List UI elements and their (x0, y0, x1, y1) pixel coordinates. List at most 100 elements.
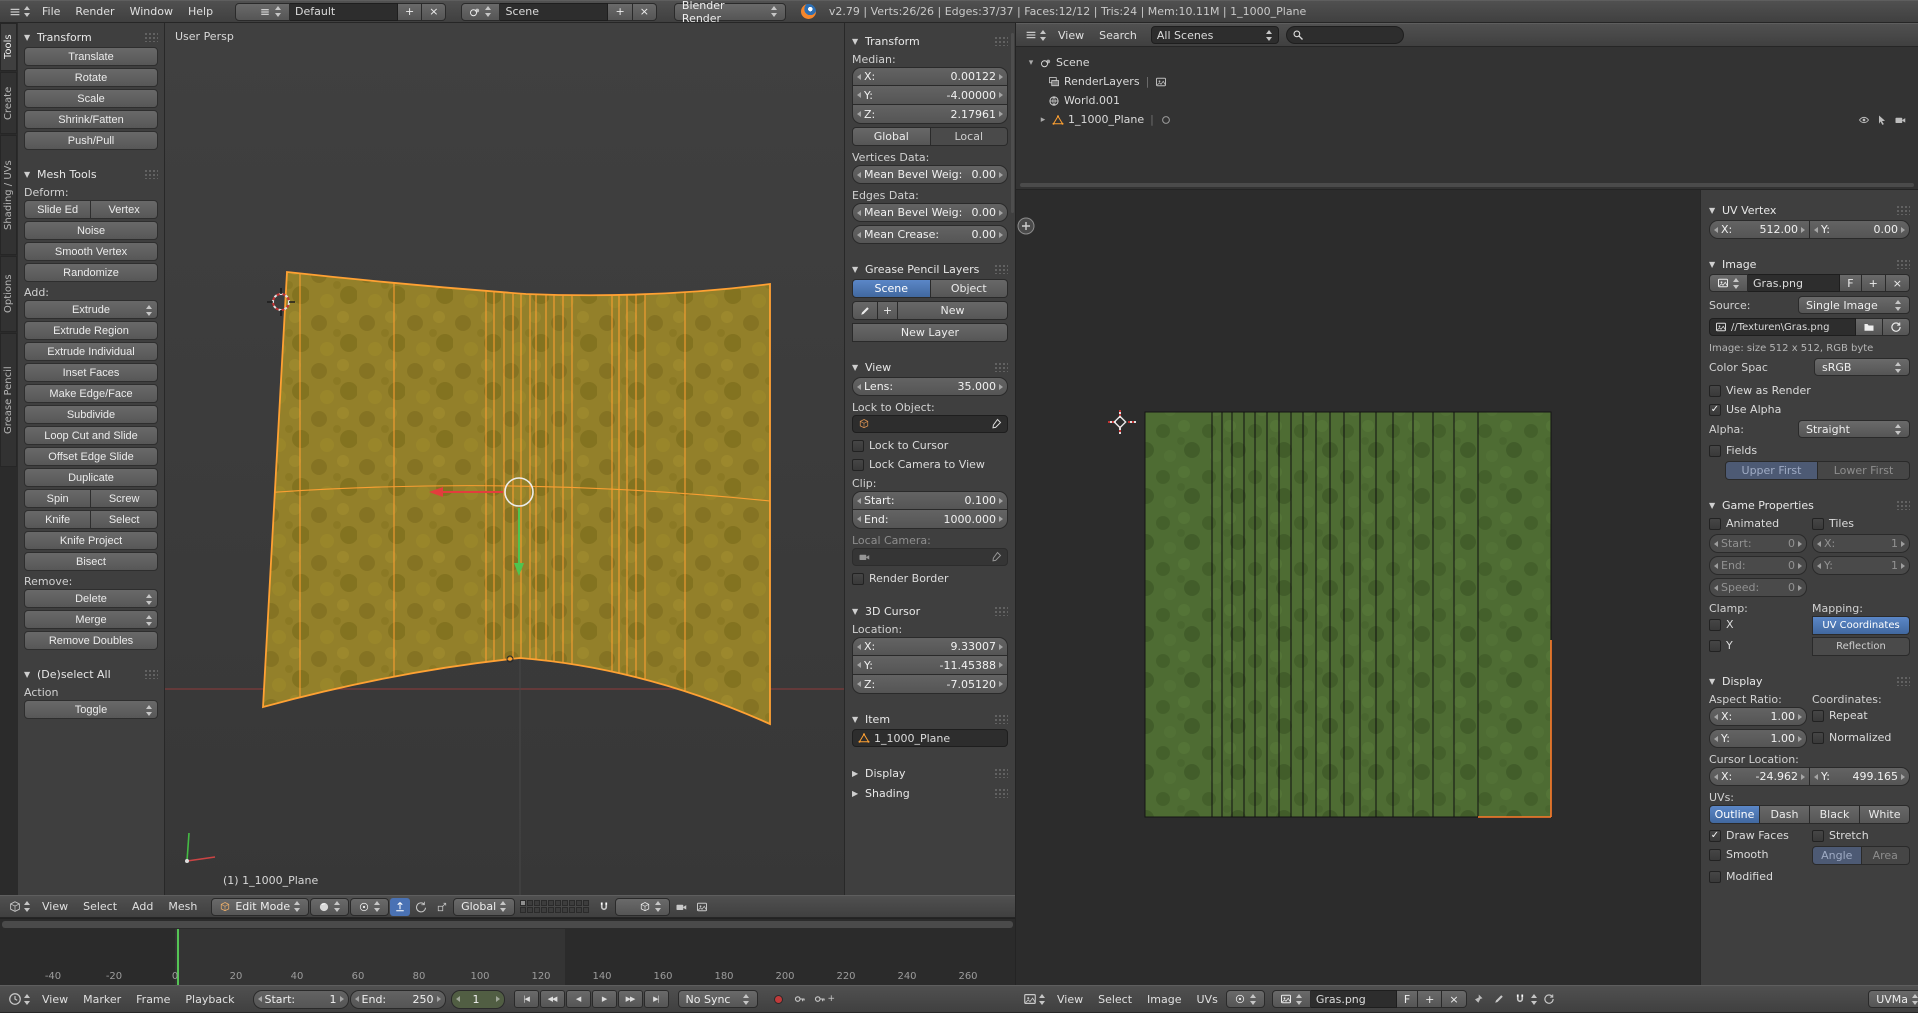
gpencil-new-button[interactable]: New (898, 301, 1008, 320)
extrude-button[interactable]: Extrude (24, 300, 158, 319)
tree-item-scene[interactable]: ▾ Scene (1026, 53, 1908, 72)
renderability-icon[interactable] (1155, 76, 1167, 88)
snap-element-select[interactable] (615, 898, 670, 916)
uv-sync-select-icon[interactable] (1539, 990, 1559, 1008)
menu-select[interactable]: Select (1091, 986, 1139, 1012)
remove-doubles-button[interactable]: Remove Doubles (24, 631, 158, 650)
panel-header-display[interactable]: ▼Display (1709, 671, 1910, 691)
panel-header-view[interactable]: ▼View (852, 357, 1008, 377)
scrollbar[interactable] (1020, 183, 1914, 187)
anim-start-slider[interactable]: Start:0 (1709, 534, 1807, 553)
tab-grease-pencil[interactable]: Grease Pencil (0, 333, 17, 467)
tab-create[interactable]: Create (0, 72, 17, 134)
anim-end-slider[interactable]: End:0 (1709, 556, 1807, 575)
draw-faces-checkbox[interactable]: ✓ (1709, 830, 1721, 842)
upper-first-toggle[interactable]: Upper First (1725, 461, 1818, 480)
item-name-field[interactable]: 1_1000_Plane (852, 729, 1008, 747)
median-z-slider[interactable]: Z:2.17961 (852, 105, 1008, 124)
local-camera-field[interactable] (852, 548, 1008, 566)
tiles-x-slider[interactable]: X:1 (1812, 534, 1910, 553)
duplicate-button[interactable]: Duplicate (24, 468, 158, 487)
panel-drag-dots-icon[interactable] (1896, 500, 1910, 510)
menu-file[interactable]: File (35, 1, 67, 22)
uv-2d-cursor[interactable] (1108, 410, 1136, 434)
prev-keyframe-button[interactable]: ◀◀ (540, 990, 565, 1008)
tab-tools[interactable]: Tools (0, 23, 17, 71)
smooth-checkbox[interactable] (1709, 849, 1721, 861)
repeat-checkbox[interactable] (1812, 710, 1824, 722)
editor-type-outliner-icon[interactable] (1021, 26, 1050, 44)
randomize-button[interactable]: Randomize (24, 263, 158, 282)
menu-help[interactable]: Help (181, 1, 220, 22)
extrude-individual-button[interactable]: Extrude Individual (24, 342, 158, 361)
cursor-y-slider[interactable]: Y:499.165 (1810, 767, 1910, 786)
panel-drag-dots-icon[interactable] (994, 36, 1008, 46)
panel-header-item[interactable]: ▼Item (852, 709, 1008, 729)
opengl-render-still-icon[interactable] (671, 898, 691, 916)
jump-to-end-button[interactable]: ▶| (644, 990, 669, 1008)
keying-set-icon[interactable] (790, 990, 810, 1008)
panel-header-display[interactable]: ▶Display (852, 763, 1008, 783)
rotate-button[interactable]: Rotate (24, 68, 158, 87)
push-pull-button[interactable]: Push/Pull (24, 131, 158, 150)
panel-drag-dots-icon[interactable] (994, 362, 1008, 372)
gpencil-scene-toggle[interactable]: Scene (852, 279, 931, 298)
render-engine-select[interactable]: Blender Render (674, 3, 786, 21)
translate-button[interactable]: Translate (24, 47, 158, 66)
clip-end-slider[interactable]: End:1000.000 (852, 510, 1008, 529)
search-input[interactable] (1308, 29, 1388, 42)
shrink-fatten-button[interactable]: Shrink/Fatten (24, 110, 158, 129)
image-unlink-button[interactable]: × (1886, 274, 1910, 292)
menu-add[interactable]: Add (125, 896, 160, 917)
menu-view[interactable]: View (35, 896, 75, 917)
layer-cell[interactable] (527, 900, 533, 906)
layer-cell[interactable] (583, 900, 589, 906)
stretch-angle-toggle[interactable]: Angle (1812, 846, 1862, 865)
insert-keyframe-icon[interactable]: + (811, 990, 839, 1008)
alpha-mode-select[interactable]: Straight (1798, 420, 1910, 438)
layer-cell[interactable] (562, 907, 568, 913)
panel-header-uv-vertex[interactable]: ▼UV Vertex (1709, 200, 1910, 220)
tiles-y-slider[interactable]: Y:1 (1812, 556, 1910, 575)
make-edge-face-button[interactable]: Make Edge/Face (24, 384, 158, 403)
spin-button[interactable]: Spin (24, 489, 91, 508)
play-button[interactable]: ▶ (592, 990, 617, 1008)
gpencil-add-icon[interactable]: + (878, 301, 898, 320)
edge-slide-button[interactable]: Slide Ed (24, 200, 91, 219)
cursor-z-slider[interactable]: Z:-7.05120 (852, 675, 1008, 694)
fake-user-button[interactable]: F (1397, 990, 1418, 1008)
render-border-checkbox[interactable] (852, 573, 864, 585)
toggle-button[interactable]: Toggle (24, 700, 158, 719)
sync-mode-select[interactable]: No Sync (678, 990, 758, 1008)
pin-icon[interactable] (1468, 990, 1488, 1008)
panel-drag-dots-icon[interactable] (994, 264, 1008, 274)
viewport-shading-select[interactable] (310, 898, 349, 916)
uv-draw-black-toggle[interactable]: Black (1810, 805, 1860, 824)
layer-cell[interactable] (569, 900, 575, 906)
transform-orientation-select[interactable]: Global (453, 898, 515, 916)
uv-edit-pencil-icon[interactable] (1489, 990, 1509, 1008)
median-x-slider[interactable]: X:0.00122 (852, 67, 1008, 86)
panel-drag-dots-icon[interactable] (994, 606, 1008, 616)
panel-drag-dots-icon[interactable] (1896, 205, 1910, 215)
normalized-checkbox[interactable] (1812, 732, 1824, 744)
vertex-slide-button[interactable]: Vertex (91, 200, 158, 219)
region-expand-handle[interactable] (1018, 218, 1034, 234)
restrict-select-pointer-icon[interactable] (1876, 114, 1888, 126)
menu-search[interactable]: Search (1092, 24, 1144, 46)
snap-magnet-icon[interactable] (594, 898, 614, 916)
editor-type-info-icon[interactable] (5, 3, 34, 21)
noise-button[interactable]: Noise (24, 221, 158, 240)
aspect-x-slider[interactable]: X:1.00 (1709, 707, 1807, 726)
edge-bevel-weight-slider[interactable]: Mean Bevel Weig:0.00 (852, 203, 1008, 222)
tree-item-world[interactable]: World.001 (1026, 91, 1908, 110)
manipulator-translate-icon[interactable] (390, 898, 410, 916)
layer-cell[interactable] (527, 907, 533, 913)
mesh-object[interactable] (263, 263, 770, 733)
uv-editor-canvas[interactable] (1015, 190, 1700, 985)
panel-header-mesh-tools[interactable]: ▼Mesh Tools (24, 164, 158, 184)
fake-user-button[interactable]: F (1840, 274, 1861, 292)
menu-frame[interactable]: Frame (129, 986, 177, 1012)
local-toggle[interactable]: Local (931, 127, 1009, 146)
menu-uvs[interactable]: UVs (1190, 986, 1225, 1012)
